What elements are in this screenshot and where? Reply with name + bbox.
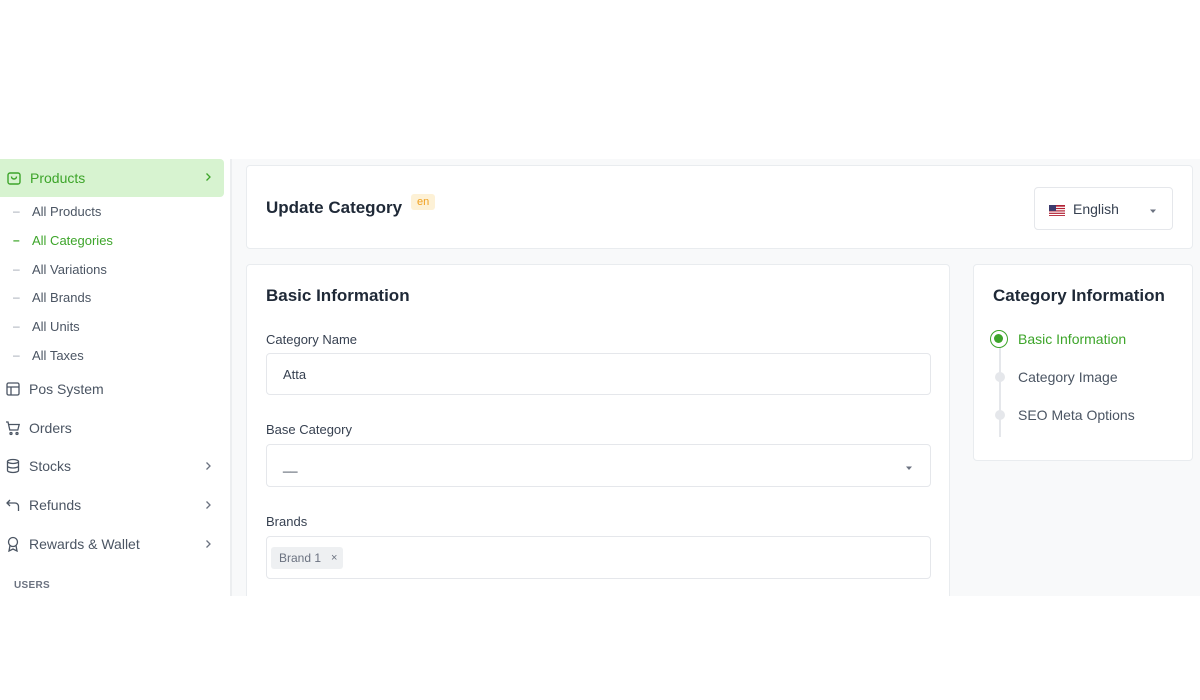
sidebar-item-label: Orders	[29, 420, 72, 436]
sidebar-subitem-all-units[interactable]: – All Units	[0, 315, 224, 337]
brands-multiselect[interactable]: Brand 1 ×	[266, 536, 931, 579]
basic-information-title: Basic Information	[266, 286, 410, 305]
caret-down-icon	[904, 461, 914, 476]
subitem-label: All Units	[32, 318, 80, 334]
category-name-value: Atta	[283, 366, 307, 382]
subitem-label: All Products	[32, 203, 102, 219]
sidebar-item-orders[interactable]: Orders	[0, 415, 224, 441]
dash-icon: –	[13, 204, 20, 218]
sidebar-section-users: USERS	[14, 580, 50, 591]
brand-tag: Brand 1 ×	[271, 546, 344, 569]
step-category-image[interactable]: Category Image	[1018, 369, 1118, 385]
subitem-label: All Brands	[32, 289, 92, 305]
us-flag-icon	[1049, 203, 1065, 216]
chevron-right-icon	[202, 170, 214, 186]
step-basic-information[interactable]: Basic Information	[1018, 331, 1126, 347]
sidebar-subitem-all-categories[interactable]: – All Categories	[0, 229, 224, 251]
category-information-card: Category Information Basic Information C…	[973, 264, 1193, 461]
steps-line	[999, 337, 1001, 437]
sidebar-subitem-all-brands[interactable]: – All Brands	[0, 286, 224, 308]
remove-tag-icon[interactable]: ×	[331, 552, 337, 564]
sidebar-item-refunds[interactable]: Refunds	[0, 492, 224, 518]
caret-down-icon	[1148, 203, 1158, 219]
award-icon	[5, 536, 21, 553]
sidebar-subitem-all-taxes[interactable]: – All Taxes	[0, 344, 224, 366]
step-active-icon	[990, 330, 1008, 348]
language-select[interactable]: English	[1034, 187, 1173, 230]
dash-icon: –	[13, 348, 20, 362]
language-badge: en	[411, 194, 436, 210]
page-title: Update Category	[266, 198, 403, 217]
subitem-label: All Categories	[32, 232, 113, 248]
cart-icon	[5, 420, 21, 436]
sidebar-item-label: Stocks	[29, 458, 72, 474]
sidebar-item-stocks[interactable]: Stocks	[0, 453, 224, 479]
brands-label: Brands	[266, 514, 308, 529]
database-icon	[5, 458, 21, 474]
base-category-label: Base Category	[266, 422, 352, 437]
base-category-select[interactable]: __	[266, 444, 931, 487]
layout-icon	[5, 381, 21, 397]
category-name-input[interactable]: Atta	[266, 353, 931, 395]
chevron-right-icon	[202, 537, 214, 553]
sidebar-item-label: Pos System	[29, 381, 104, 397]
sidebar-item-label: Rewards & Wallet	[29, 536, 140, 552]
basic-information-card: Basic Information Category Name Atta Bas…	[246, 264, 950, 596]
undo-icon	[5, 497, 21, 513]
sidebar-item-label: Products	[30, 170, 86, 186]
dash-icon: –	[13, 290, 20, 304]
language-select-value: English	[1073, 200, 1119, 217]
category-information-title: Category Information	[993, 286, 1165, 305]
chevron-right-icon	[202, 498, 214, 514]
dash-icon: –	[13, 319, 20, 333]
category-name-label: Category Name	[266, 332, 358, 347]
sidebar-item-rewards-wallet[interactable]: Rewards & Wallet	[0, 531, 224, 557]
subitem-label: All Variations	[32, 261, 107, 277]
sidebar-item-label: Refunds	[29, 497, 82, 513]
base-category-value: __	[283, 458, 298, 473]
sidebar: Products – All Products – All Categories…	[0, 159, 232, 596]
brand-tag-label: Brand 1	[279, 550, 322, 565]
sidebar-item-products[interactable]: Products	[0, 159, 224, 197]
chevron-right-icon	[202, 459, 214, 475]
shopping-bag-icon	[6, 170, 22, 186]
step-dot-icon	[995, 372, 1005, 382]
sidebar-subitem-all-variations[interactable]: – All Variations	[0, 258, 224, 280]
step-seo-meta-options[interactable]: SEO Meta Options	[1018, 407, 1135, 423]
dash-icon: –	[13, 262, 20, 276]
subitem-label: All Taxes	[32, 347, 84, 363]
dash-icon: –	[13, 233, 20, 247]
step-dot-icon	[995, 410, 1005, 420]
page-header-card: Update Category en English	[246, 165, 1193, 249]
app-viewport: Products – All Products – All Categories…	[0, 159, 1200, 596]
sidebar-item-pos-system[interactable]: Pos System	[0, 376, 224, 402]
sidebar-subitem-all-products[interactable]: – All Products	[0, 200, 224, 222]
